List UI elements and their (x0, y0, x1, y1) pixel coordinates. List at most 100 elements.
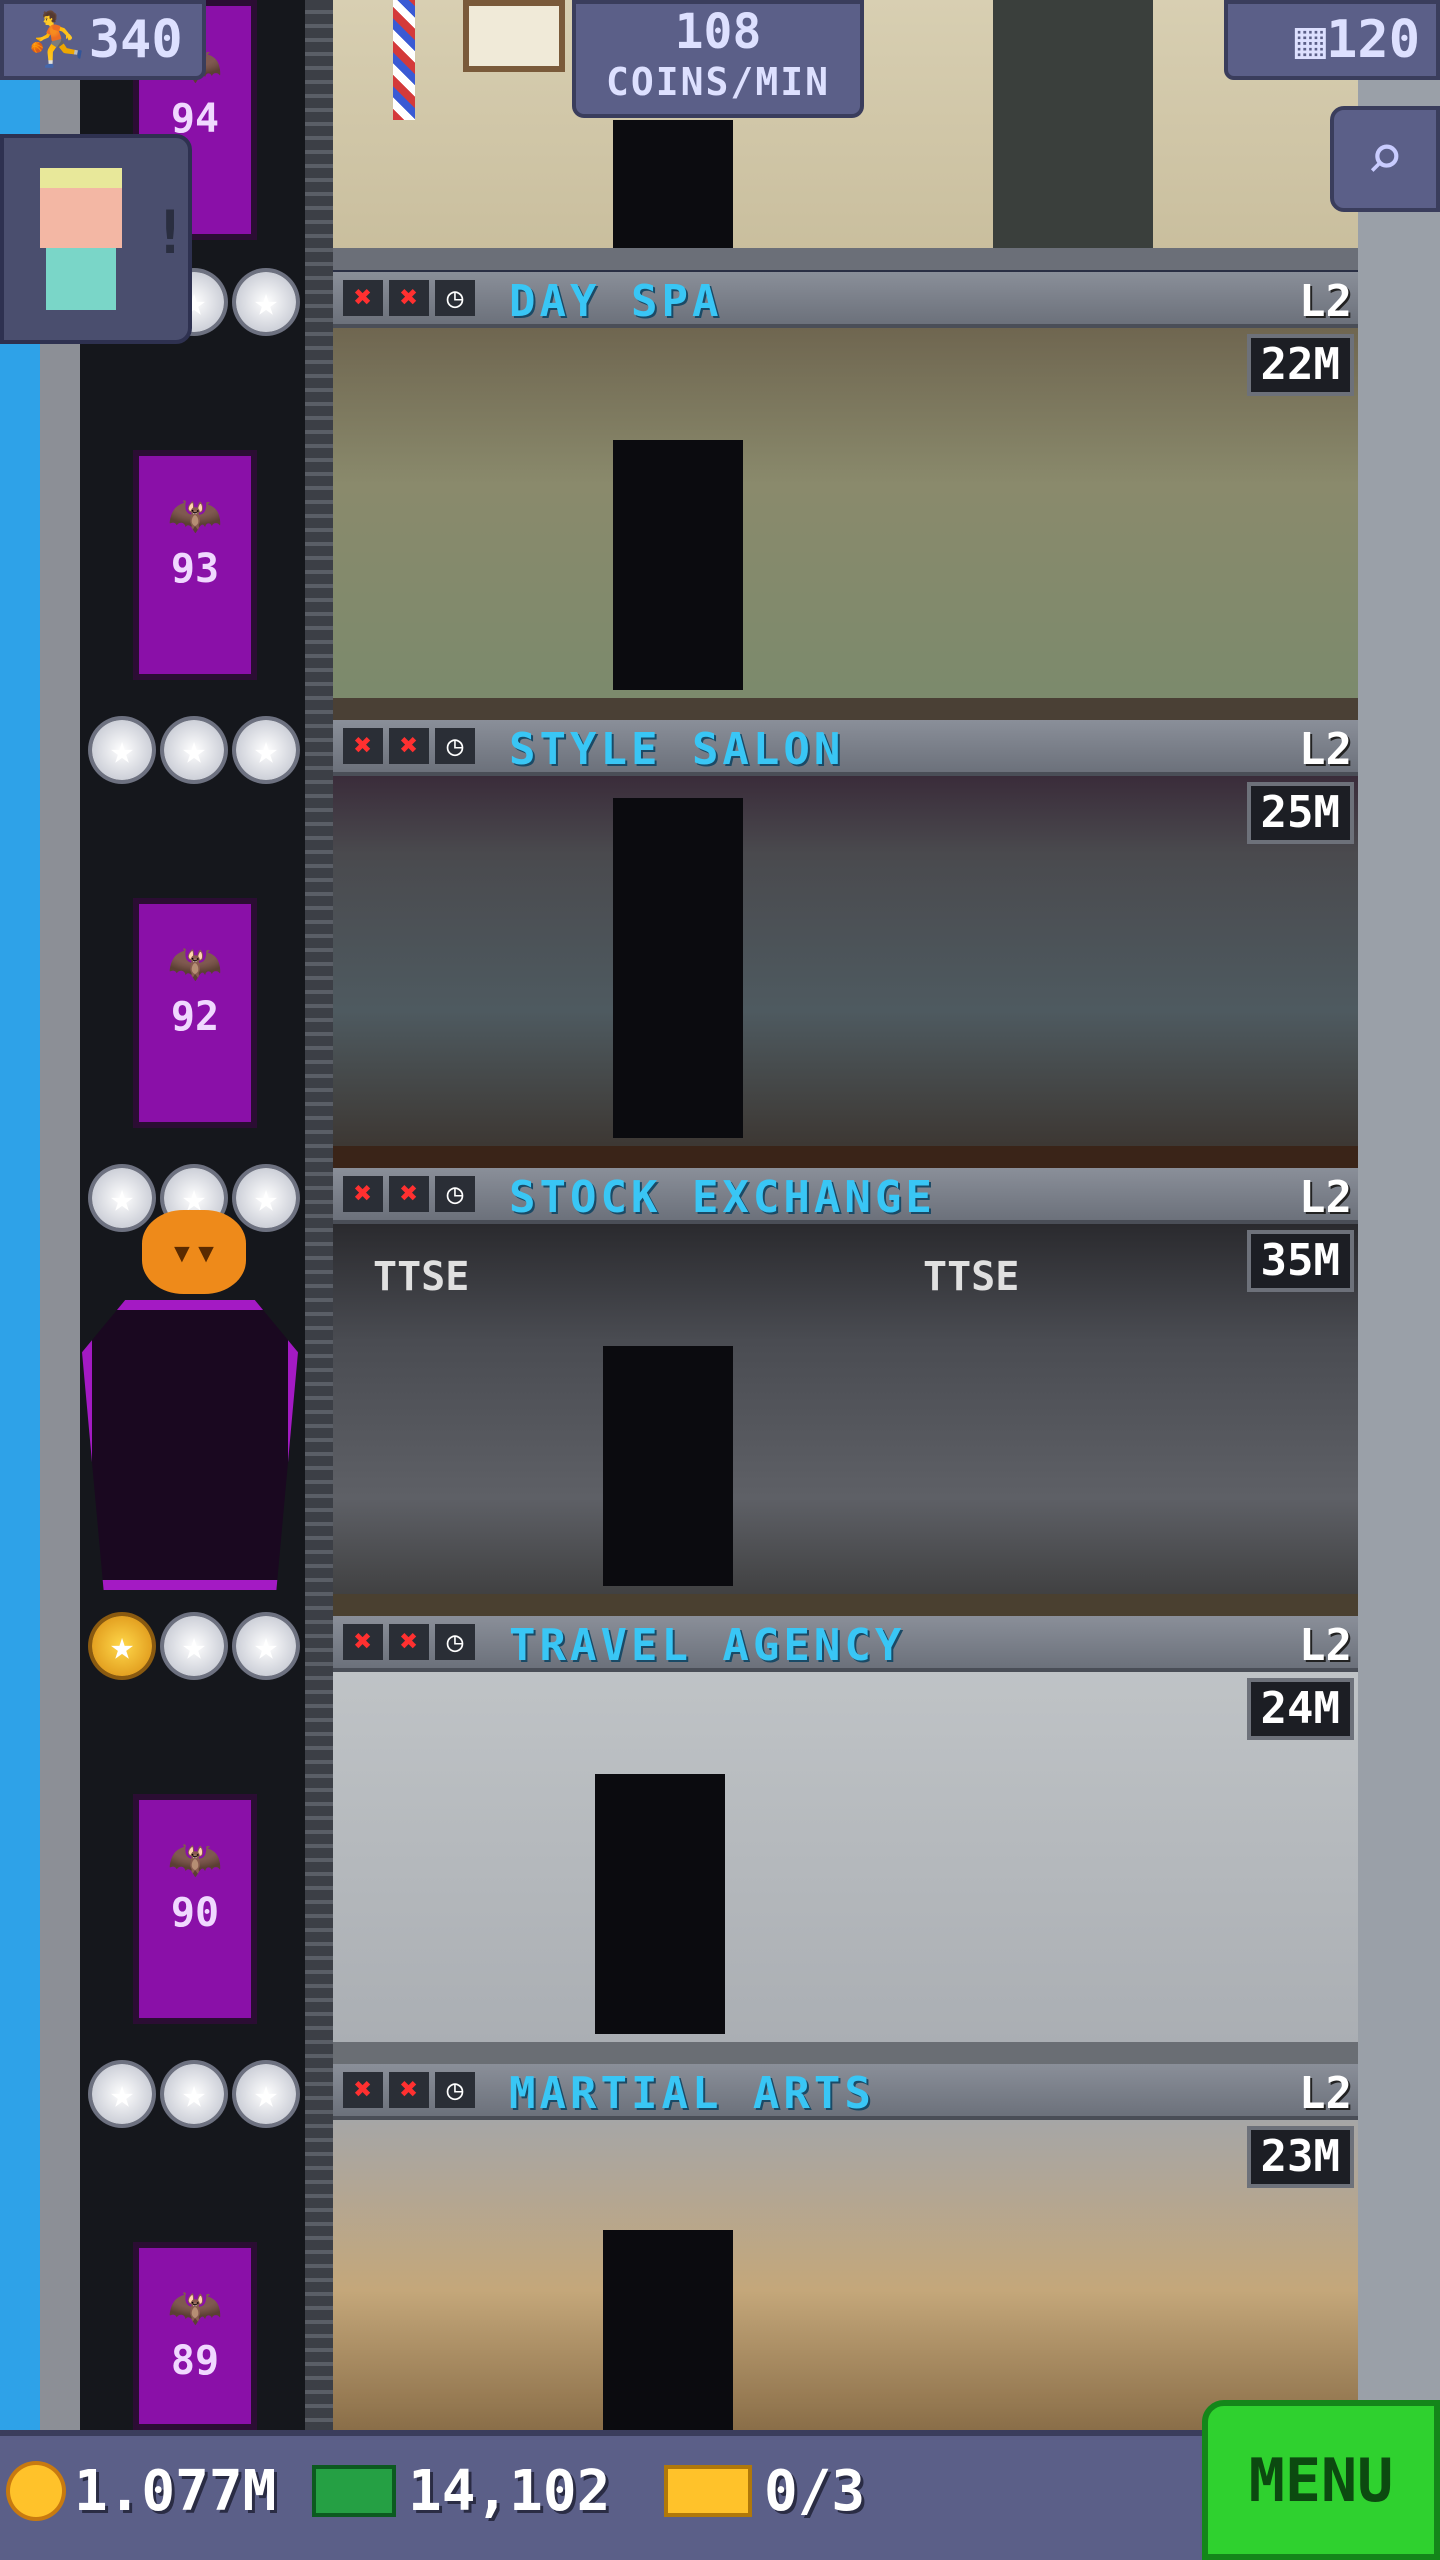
coins-value: 1.077M (74, 2458, 277, 2524)
coins-per-minute-unit: COINS/MIN (606, 60, 830, 104)
floor-travel-agency[interactable]: ✖ ✖ ◷ TRAVEL AGENCY L2 24M (333, 1616, 1358, 2064)
ticket-icon (664, 2465, 752, 2517)
out-of-stock-icon: ✖ (343, 2072, 383, 2108)
population-counter[interactable]: ⛹340 (0, 0, 206, 80)
tickets-value: 0/3 (764, 2458, 866, 2524)
elevator-door-90[interactable]: 🦇 90 (133, 1794, 257, 2024)
star-icon: ★ (236, 1616, 296, 1676)
menu-button[interactable]: MENU (1202, 2400, 1440, 2560)
floor-martial-arts[interactable]: ✖ ✖ ◷ MARTIAL ARTS L2 23M (333, 2064, 1358, 2430)
bux-display[interactable]: 14,102 (312, 2456, 610, 2526)
ticker-sign: TTSE (923, 1254, 1020, 1300)
star-icon: ★ (164, 1616, 224, 1676)
clock-icon: ◷ (435, 1176, 475, 1212)
room-interior (333, 1672, 1358, 2064)
restock-price-badge: 22M (1246, 334, 1354, 396)
floor-header: ✖ ✖ ◷ MARTIAL ARTS L2 (333, 2064, 1358, 2120)
floor-counter[interactable]: ▦120 (1224, 0, 1440, 80)
room-interior (333, 328, 1358, 720)
doorway (613, 798, 743, 1138)
alert-icon: ! (152, 198, 189, 268)
floor-header: ✖ ✖ ◷ DAY SPA L2 (333, 272, 1358, 328)
room-interior (333, 2120, 1358, 2430)
stock-status-icons: ✖ ✖ ◷ (343, 2072, 475, 2108)
star-icon: ★ (92, 720, 152, 780)
floor-name: MARTIAL ARTS (509, 2068, 875, 2119)
floor-name: DAY SPA (509, 276, 723, 327)
floor-name: STOCK EXCHANGE (509, 1172, 936, 1223)
ticker-sign: TTSE (373, 1254, 470, 1300)
clock-icon: ◷ (435, 280, 475, 316)
restock-price-badge: 35M (1246, 1230, 1354, 1292)
floor-level: L2 (1299, 724, 1352, 775)
out-of-stock-icon: ✖ (389, 1624, 429, 1660)
floor-day-spa[interactable]: ✖ ✖ ◷ DAY SPA L2 22M (333, 272, 1358, 720)
floor-level: L2 (1299, 1172, 1352, 1223)
floor-stars-90: ★ ★ ★ (92, 1616, 296, 1676)
doorway (613, 120, 733, 255)
doorway (613, 440, 743, 690)
elevator-rail (305, 0, 333, 2430)
bat-icon: 🦇 (167, 938, 223, 989)
tickets-display[interactable]: 0/3 (664, 2456, 865, 2526)
gold-star-icon: ★ (92, 1616, 152, 1676)
stock-status-icons: ✖ ✖ ◷ (343, 728, 475, 764)
magnifier-icon[interactable]: ⌕ (1330, 106, 1440, 212)
doorway (603, 1346, 733, 1586)
person-icon: ⛹ (24, 10, 89, 70)
elevator-door-93[interactable]: 🦇 93 (133, 450, 257, 680)
elevator-coffin[interactable] (82, 1300, 298, 1590)
floor-header: ✖ ✖ ◷ STOCK EXCHANGE L2 (333, 1168, 1358, 1224)
star-icon: ★ (164, 720, 224, 780)
doorway (595, 1774, 725, 2034)
floor-strip (333, 1594, 1358, 1616)
elevator-door-89[interactable]: 🦇 89 (133, 2242, 257, 2430)
star-icon: ★ (92, 2064, 152, 2124)
coins-display[interactable]: 1.077M (10, 2456, 276, 2526)
clock-icon: ◷ (435, 2072, 475, 2108)
out-of-stock-icon: ✖ (389, 280, 429, 316)
pumpkin-icon: ▾▾ (142, 1210, 246, 1294)
out-of-stock-icon: ✖ (343, 728, 383, 764)
floor-strip (333, 698, 1358, 720)
shelf (993, 0, 1153, 255)
elevator-door-92[interactable]: 🦇 92 (133, 898, 257, 1128)
floor-header: ✖ ✖ ◷ TRAVEL AGENCY L2 (333, 1616, 1358, 1672)
out-of-stock-icon: ✖ (389, 728, 429, 764)
coins-per-minute-panel: 108 COINS/MIN (572, 0, 864, 118)
floor-level: L2 (1299, 276, 1352, 327)
floor-strip (333, 1146, 1358, 1168)
tower-right-wall (1358, 0, 1440, 2430)
elevator-floor-number: 89 (170, 2338, 220, 2384)
bitizen-avatar-button[interactable]: ! (0, 134, 192, 344)
floor-header: ✖ ✖ ◷ STYLE SALON L2 (333, 720, 1358, 776)
floor-stock-exchange[interactable]: ✖ ✖ ◷ STOCK EXCHANGE L2 TTSE TTSE 35M (333, 1168, 1358, 1616)
out-of-stock-icon: ✖ (343, 1624, 383, 1660)
bat-icon: 🦇 (167, 1834, 223, 1885)
coins-per-minute-value: 108 (674, 4, 762, 60)
tower-view: 🦇 94 ★ ★ ★ 🦇 93 ✖ ✖ ◷ DAY SPA L2 22M ★ ★… (0, 0, 1440, 2560)
star-icon: ★ (236, 1168, 296, 1228)
bux-value: 14,102 (408, 2458, 611, 2524)
coin-icon (10, 2465, 62, 2517)
floor-stars-89: ★ ★ ★ (92, 2064, 296, 2124)
clock-icon: ◷ (435, 728, 475, 764)
restock-price-badge: 23M (1246, 2126, 1354, 2188)
floor-count-value: 120 (1326, 10, 1420, 70)
avatar-head (40, 168, 122, 248)
star-icon: ★ (236, 272, 296, 332)
star-icon: ★ (236, 2064, 296, 2124)
elevator-floor-number: 90 (170, 1890, 220, 1936)
room-interior: TTSE TTSE (333, 1224, 1358, 1616)
stock-status-icons: ✖ ✖ ◷ (343, 1624, 475, 1660)
population-value: 340 (88, 10, 183, 70)
floor-strip (333, 2042, 1358, 2064)
tower-outer-wall (40, 0, 80, 2430)
bat-icon: 🦇 (167, 490, 223, 541)
out-of-stock-icon: ✖ (389, 1176, 429, 1212)
elevator-floor-number: 93 (170, 546, 220, 592)
floor-style-salon[interactable]: ✖ ✖ ◷ STYLE SALON L2 25M (333, 720, 1358, 1168)
clock-icon: ◷ (435, 1624, 475, 1660)
bat-icon: 🦇 (167, 2282, 223, 2333)
out-of-stock-icon: ✖ (389, 2072, 429, 2108)
